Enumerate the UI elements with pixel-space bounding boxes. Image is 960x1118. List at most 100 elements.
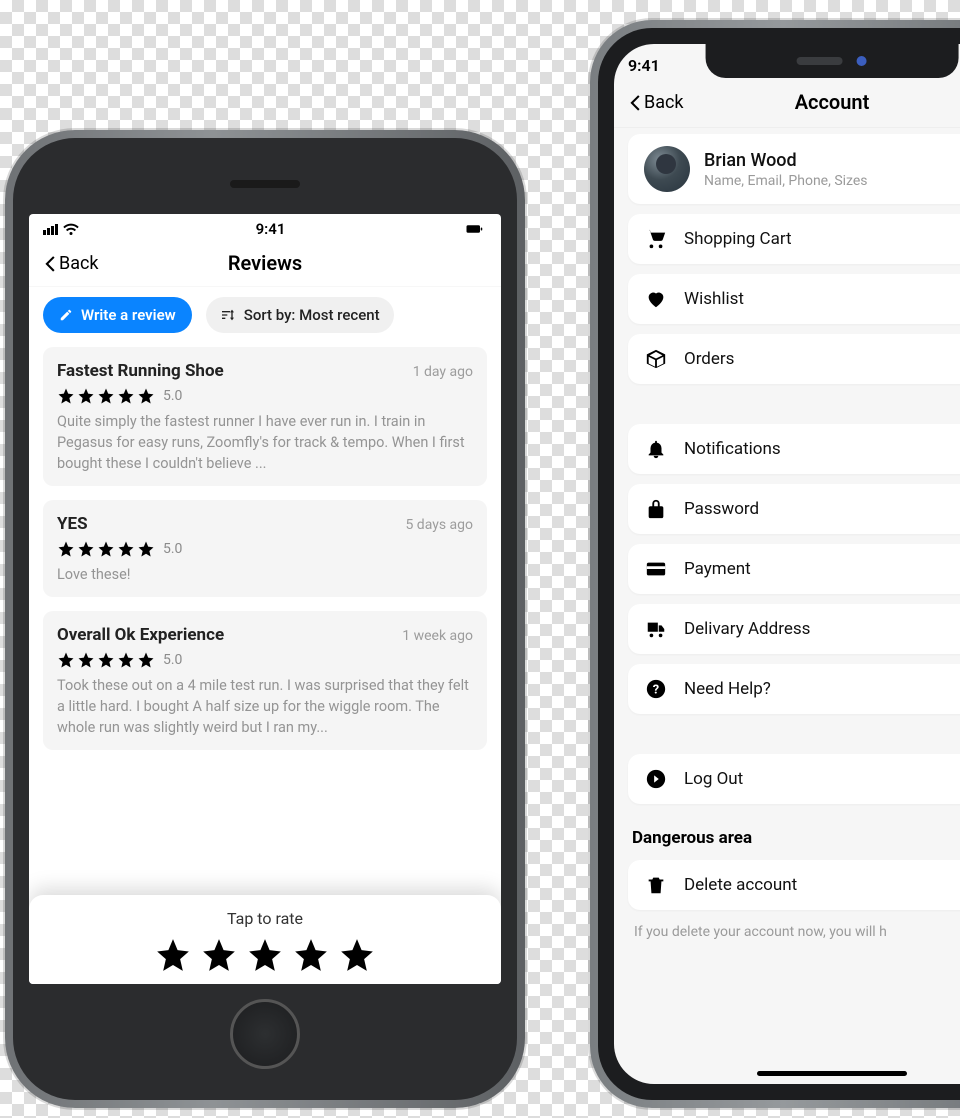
account-list[interactable]: Brian Wood Name, Email, Phone, Sizes Sho…: [614, 128, 960, 980]
review-title: Fastest Running Shoe: [57, 361, 224, 381]
logout-icon: [644, 768, 668, 790]
row-notifications[interactable]: Notifications: [628, 424, 960, 474]
back-label: Back: [644, 92, 684, 113]
profile-row[interactable]: Brian Wood Name, Email, Phone, Sizes: [628, 134, 960, 204]
page-title: Reviews: [228, 251, 302, 275]
back-button[interactable]: Back: [624, 77, 684, 127]
phone2-bezel: 9:41 Back Account Brian Wood Name, Email…: [598, 28, 960, 1100]
heart-icon: [644, 288, 668, 310]
phone-account: 9:41 Back Account Brian Wood Name, Email…: [590, 20, 960, 1108]
rating-input[interactable]: [29, 936, 501, 974]
row-label: Delivary Address: [684, 619, 810, 639]
review-rating: 5.0: [57, 651, 473, 669]
review-score: 5.0: [163, 652, 182, 668]
phone1-bezel: 9:41 Back Reviews Write a review: [13, 138, 517, 1100]
review-body: Took these out on a 4 mile test run. I w…: [57, 675, 473, 738]
back-label: Back: [59, 253, 99, 274]
row-shopping-cart[interactable]: Shopping Cart: [628, 214, 960, 264]
wifi-icon: [62, 220, 80, 238]
sort-icon: [220, 307, 236, 323]
write-review-label: Write a review: [81, 306, 176, 324]
star-icon[interactable]: [338, 936, 376, 974]
bell-icon: [644, 438, 668, 460]
phone1-speaker: [230, 180, 300, 188]
row-log-out[interactable]: Log Out: [628, 754, 960, 804]
status-bar: 9:41: [29, 214, 501, 240]
delete-account-subtext: If you delete your account now, you will…: [628, 920, 960, 940]
row-delete-account[interactable]: Delete account: [628, 860, 960, 910]
row-label: Shopping Cart: [684, 229, 792, 249]
row-label: Delete account: [684, 875, 797, 895]
phone-notch: [706, 44, 959, 78]
review-time: 5 days ago: [405, 517, 473, 533]
card-icon: [644, 558, 668, 580]
review-time: 1 week ago: [402, 628, 473, 644]
row-orders[interactable]: Orders: [628, 334, 960, 384]
row-need-help[interactable]: Need Help?: [628, 664, 960, 714]
chevron-left-icon: [39, 252, 61, 274]
write-review-button[interactable]: Write a review: [43, 297, 192, 333]
reviews-list[interactable]: Fastest Running Shoe 1 day ago 5.0: [29, 347, 501, 984]
nav-header: Back Reviews: [29, 240, 501, 287]
row-wishlist[interactable]: Wishlist: [628, 274, 960, 324]
status-time: 9:41: [628, 56, 660, 75]
row-label: Orders: [684, 349, 734, 369]
cart-icon: [644, 228, 668, 250]
sort-label: Sort by: Most recent: [244, 306, 380, 324]
star-icon[interactable]: [200, 936, 238, 974]
pencil-icon: [59, 308, 73, 322]
sort-button[interactable]: Sort by: Most recent: [206, 297, 394, 333]
phone1-bottom-bezel: [29, 984, 501, 1084]
battery-icon: [461, 220, 487, 238]
phone1-top-bezel: [29, 154, 501, 214]
star-icon: [57, 387, 155, 405]
review-score: 5.0: [163, 388, 182, 404]
tap-to-rate-label: Tap to rate: [29, 909, 501, 928]
tap-to-rate-panel: Tap to rate: [29, 895, 501, 984]
row-label: Payment: [684, 559, 751, 579]
review-body: Quite simply the fastest runner I have e…: [57, 411, 473, 474]
star-icon[interactable]: [154, 936, 192, 974]
row-label: Log Out: [684, 769, 743, 789]
account-screen: 9:41 Back Account Brian Wood Name, Email…: [614, 44, 960, 1084]
row-delivery-address[interactable]: Delivary Address: [628, 604, 960, 654]
review-card[interactable]: Overall Ok Experience 1 week ago 5.0: [43, 611, 487, 750]
review-title: Overall Ok Experience: [57, 625, 224, 645]
home-button[interactable]: [230, 999, 300, 1069]
phone-reviews: 9:41 Back Reviews Write a review: [5, 130, 525, 1108]
dangerous-area-label: Dangerous area: [628, 814, 960, 850]
home-indicator[interactable]: [757, 1071, 907, 1076]
reviews-screen: 9:41 Back Reviews Write a review: [29, 214, 501, 984]
chevron-left-icon: [624, 91, 646, 113]
status-time: 9:41: [256, 220, 286, 238]
row-label: Password: [684, 499, 759, 519]
box-icon: [644, 348, 668, 370]
row-payment[interactable]: Payment: [628, 544, 960, 594]
review-card[interactable]: Fastest Running Shoe 1 day ago 5.0: [43, 347, 487, 486]
back-button[interactable]: Back: [39, 240, 99, 286]
profile-name: Brian Wood: [704, 150, 868, 171]
review-body: Love these!: [57, 564, 473, 585]
lock-icon: [644, 498, 668, 520]
nav-header: Back Account: [614, 77, 960, 128]
profile-subtitle: Name, Email, Phone, Sizes: [704, 173, 868, 189]
review-title: YES: [57, 514, 88, 534]
review-time: 1 day ago: [413, 364, 473, 380]
row-label: Notifications: [684, 439, 781, 459]
trash-icon: [644, 874, 668, 896]
review-score: 5.0: [163, 541, 182, 557]
row-label: Wishlist: [684, 289, 744, 309]
review-card[interactable]: YES 5 days ago 5.0 Love these!: [43, 500, 487, 597]
page-title: Account: [795, 90, 870, 114]
row-label: Need Help?: [684, 679, 771, 699]
star-icon[interactable]: [246, 936, 284, 974]
row-password[interactable]: Password: [628, 484, 960, 534]
help-icon: [644, 678, 668, 700]
star-icon: [57, 651, 155, 669]
review-rating: 5.0: [57, 540, 473, 558]
star-icon: [57, 540, 155, 558]
review-rating: 5.0: [57, 387, 473, 405]
star-icon[interactable]: [292, 936, 330, 974]
actions-row: Write a review Sort by: Most recent: [29, 287, 501, 347]
avatar: [644, 146, 690, 192]
